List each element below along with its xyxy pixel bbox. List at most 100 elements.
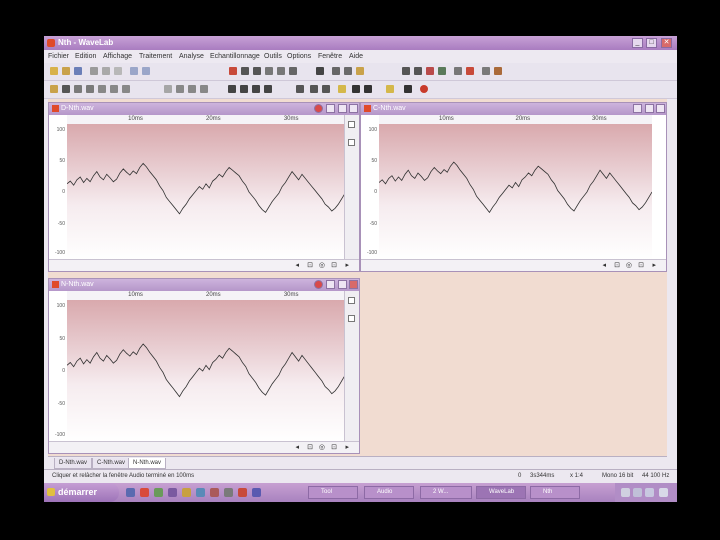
quicklaunch-app3-icon[interactable] [182,488,191,497]
menu-outils[interactable]: Outils [264,53,282,60]
taskbar-item[interactable]: 2 W... [420,486,472,499]
taskbar-item[interactable]: Audio [364,486,414,499]
rewind-icon[interactable] [310,85,318,93]
crossfade-icon[interactable] [164,85,172,93]
taskbar-item[interactable]: Nth [530,486,580,499]
menu-affichage[interactable]: Affichage [103,53,132,60]
tray-icon[interactable] [633,488,642,497]
quicklaunch-app-icon[interactable] [154,488,163,497]
zoom-out-icon[interactable]: ⊡ [307,443,313,451]
tile-icon[interactable] [265,67,273,75]
channel-icon[interactable] [86,85,94,93]
new-file-icon[interactable] [50,67,58,75]
quicklaunch-browser-icon[interactable] [126,488,135,497]
save-icon[interactable] [74,67,82,75]
menu-echantillonnage[interactable]: Echantillonnage [210,53,260,60]
phase-icon[interactable] [438,67,446,75]
maximize-button[interactable]: □ [646,38,657,48]
minimize-button[interactable]: _ [632,38,643,48]
window-maximize-button[interactable] [338,280,347,289]
quicklaunch-app6-icon[interactable] [224,488,233,497]
open-file-icon[interactable] [62,67,70,75]
start-button[interactable]: démarrer [44,483,119,502]
taskbar-item[interactable]: WaveLab [476,486,526,499]
menu-analyse[interactable]: Analyse [179,53,204,60]
window-minimize-button[interactable] [633,104,642,113]
forward-icon[interactable] [338,85,346,93]
arrow-left-icon[interactable] [252,85,260,93]
region-icon[interactable] [74,85,82,93]
window-close-button[interactable] [349,280,358,289]
waveform-display[interactable] [379,124,652,260]
tab-n-nth[interactable]: N-Nth.wav [128,458,167,469]
meter2-icon[interactable] [110,85,118,93]
zoom-in-icon[interactable] [332,67,340,75]
play-icon[interactable] [404,85,412,93]
level-icon[interactable] [98,85,106,93]
paste-icon[interactable] [114,67,122,75]
arrow-right-icon[interactable] [240,85,248,93]
copy-icon[interactable] [102,67,110,75]
magnifier-icon[interactable] [344,67,352,75]
envelope-icon[interactable] [200,85,208,93]
tray-icon[interactable] [621,488,630,497]
zoom-in-icon[interactable]: ⊡ [331,261,337,269]
scroll-right-icon[interactable]: ▸ [345,443,349,451]
grid-icon[interactable] [277,67,285,75]
zoom-icon[interactable]: ◎ [319,443,325,451]
spectrum-icon[interactable] [414,67,422,75]
zoom-in-icon[interactable]: ⊡ [331,443,337,451]
audio-window-titlebar[interactable]: C-Nth.wav [361,103,666,115]
vertical-zoom-scroll[interactable] [344,291,359,442]
flag-icon[interactable] [466,67,474,75]
horizontal-scroll[interactable]: ◂ ⊡ ◎ ⊡ ▸ [49,259,359,271]
menu-traitement[interactable]: Traitement [139,53,172,60]
menu-aide[interactable]: Aide [349,53,363,60]
zoom-knob-bottom[interactable] [348,139,355,146]
waveform-display[interactable] [67,300,345,442]
fast-forward-icon[interactable] [352,85,360,93]
loop-icon[interactable] [62,85,70,93]
scroll-left-icon[interactable]: ◂ [295,261,299,269]
scope-icon[interactable] [122,85,130,93]
cut-icon[interactable] [90,67,98,75]
audio-window-titlebar[interactable]: N-Nth.wav [49,279,359,291]
menu-edition[interactable]: Edition [75,53,96,60]
snapshot-icon[interactable] [296,85,304,93]
tool-icon[interactable] [494,67,502,75]
zoom-in-icon[interactable]: ⊡ [638,261,644,269]
scroll-right-icon[interactable]: ▸ [652,261,656,269]
search-icon[interactable] [176,85,184,93]
quicklaunch-app2-icon[interactable] [168,488,177,497]
menu-options[interactable]: Options [287,53,311,60]
reverse-icon[interactable] [322,85,330,93]
zoom-knob-top[interactable] [348,297,355,304]
stop-icon[interactable] [386,85,394,93]
window-maximize-button[interactable] [645,104,654,113]
scroll-left-icon[interactable]: ◂ [602,261,606,269]
zoom-knob-bottom[interactable] [348,315,355,322]
horizontal-scroll[interactable]: ◂ ⊡ ◎ ⊡ ▸ [49,441,359,453]
quicklaunch-app4-icon[interactable] [196,488,205,497]
arrow-end-icon[interactable] [264,85,272,93]
zoom-icon[interactable]: ◎ [319,261,325,269]
audio-window-d[interactable]: D-Nth.wav 10ms 20ms 30ms 100 50 0 -50 -1… [48,102,360,272]
horizontal-scroll[interactable]: ◂ ⊡ ◎ ⊡ ▸ [361,259,666,271]
split-view-icon[interactable] [253,67,261,75]
record-settings-icon[interactable] [426,67,434,75]
trim-icon[interactable] [229,67,237,75]
scroll-left-icon[interactable]: ◂ [295,443,299,451]
tab-d-nth[interactable]: D-Nth.wav [54,458,93,469]
quicklaunch-app5-icon[interactable] [210,488,219,497]
view-icon[interactable] [241,67,249,75]
meter-icon[interactable] [402,67,410,75]
record-icon[interactable] [420,85,428,93]
fade-icon[interactable] [188,85,196,93]
vertical-zoom-scroll[interactable] [344,115,359,260]
window-close-button[interactable] [349,104,358,113]
pencil-icon[interactable] [356,67,364,75]
window-minimize-button[interactable] [326,280,335,289]
waveform-display[interactable] [67,124,345,260]
cursor-icon[interactable] [316,67,324,75]
layout-icon[interactable] [289,67,297,75]
